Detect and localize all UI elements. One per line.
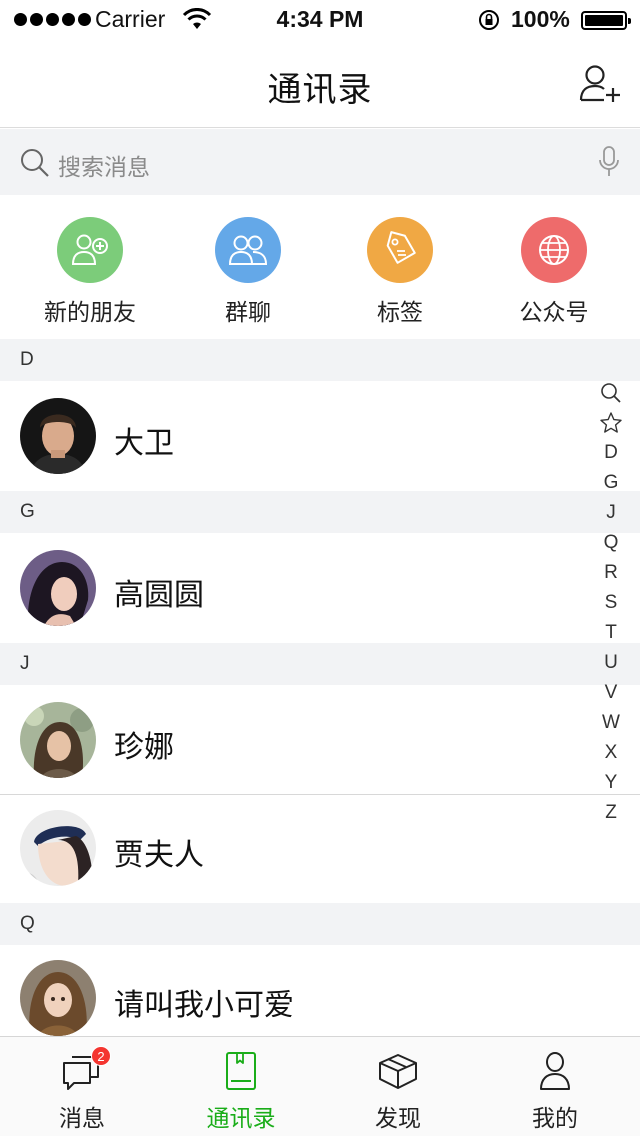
battery-icon: [581, 11, 631, 30]
tab-contacts[interactable]: 通讯录: [161, 1037, 321, 1136]
avatar: [20, 810, 96, 886]
new-friends-button[interactable]: 新的朋友: [20, 217, 160, 327]
index-search-icon[interactable]: [594, 378, 628, 408]
tab-me[interactable]: 我的: [475, 1037, 635, 1136]
group-chat-button[interactable]: 群聊: [178, 217, 318, 327]
index-letter[interactable]: X: [594, 738, 628, 768]
index-letter[interactable]: Q: [594, 528, 628, 558]
person-icon: [540, 1052, 570, 1090]
microphone-icon[interactable]: [598, 146, 620, 178]
contact-name: 请叫我小可爱: [114, 988, 294, 1023]
index-letter[interactable]: Z: [594, 798, 628, 828]
discover-box-icon: [379, 1054, 417, 1089]
tab-label: 消息: [59, 1106, 105, 1132]
index-star-icon[interactable]: [594, 408, 628, 438]
index-letter[interactable]: V: [594, 678, 628, 708]
quick-action-label: 公众号: [519, 300, 589, 326]
contacts-book-icon: [226, 1052, 256, 1090]
search-bar[interactable]: 搜索消息: [0, 129, 640, 195]
new-friend-icon: [57, 217, 123, 283]
index-letter[interactable]: W: [594, 708, 628, 738]
quick-action-label: 标签: [377, 300, 423, 326]
section-letter: G: [20, 501, 35, 522]
index-letter[interactable]: T: [594, 618, 628, 648]
contact-row-gao-yuanyuan[interactable]: 高圆圆: [0, 533, 640, 643]
tab-messages[interactable]: 2 消息: [2, 1037, 162, 1136]
search-input[interactable]: 搜索消息: [58, 148, 150, 182]
section-letter: Q: [20, 913, 35, 934]
index-letter[interactable]: Y: [594, 768, 628, 798]
index-letter[interactable]: J: [594, 498, 628, 528]
group-chat-icon: [215, 217, 281, 283]
contact-name: 高圆圆: [114, 578, 204, 613]
unread-badge: 2: [91, 1046, 111, 1066]
tags-button[interactable]: 标签: [330, 217, 470, 327]
section-header-j: J: [0, 643, 640, 685]
status-bar: Carrier 4:34 PM 100%: [0, 0, 640, 40]
search-icon: [21, 149, 49, 177]
section-header-d: D: [0, 339, 640, 381]
tab-discover[interactable]: 发现: [318, 1037, 478, 1136]
alphabet-index-bar[interactable]: D G J Q R S T U V W X Y Z: [594, 378, 628, 828]
battery-percent: 100%: [511, 6, 570, 32]
avatar: [20, 960, 96, 1036]
quick-action-label: 新的朋友: [44, 300, 136, 326]
globe-icon: [521, 217, 587, 283]
official-accounts-button[interactable]: 公众号: [484, 217, 624, 327]
tag-icon: [367, 217, 433, 283]
section-header-g: G: [0, 491, 640, 533]
tab-label: 发现: [375, 1106, 421, 1132]
avatar: [20, 550, 96, 626]
contact-name: 珍娜: [114, 730, 174, 765]
avatar: [20, 398, 96, 474]
section-letter: J: [20, 653, 30, 674]
navigation-bar: 通讯录: [0, 40, 640, 128]
index-letter[interactable]: S: [594, 588, 628, 618]
contact-name: 大卫: [114, 426, 174, 461]
quick-actions: 新的朋友 群聊 标签 公众号: [0, 195, 640, 339]
section-letter: D: [20, 349, 34, 370]
index-letter[interactable]: U: [594, 648, 628, 678]
index-letter[interactable]: G: [594, 468, 628, 498]
index-letter[interactable]: D: [594, 438, 628, 468]
contact-row-madame-jia[interactable]: 贾夫人: [0, 795, 640, 905]
index-letter[interactable]: R: [594, 558, 628, 588]
section-header-q: Q: [0, 903, 640, 945]
tab-label: 通讯录: [206, 1106, 276, 1132]
tab-bar: 2 消息 通讯录 发现 我的: [0, 1036, 640, 1136]
tab-label: 我的: [532, 1106, 578, 1132]
page-title: 通讯录: [267, 70, 373, 110]
contact-row-jenna[interactable]: 珍娜: [0, 685, 640, 795]
quick-action-label: 群聊: [225, 300, 271, 326]
contact-name: 贾夫人: [114, 838, 204, 873]
avatar: [20, 702, 96, 778]
contact-row-david[interactable]: 大卫: [0, 381, 640, 491]
add-contact-icon[interactable]: [578, 62, 622, 106]
rotation-lock-icon: [479, 10, 499, 30]
